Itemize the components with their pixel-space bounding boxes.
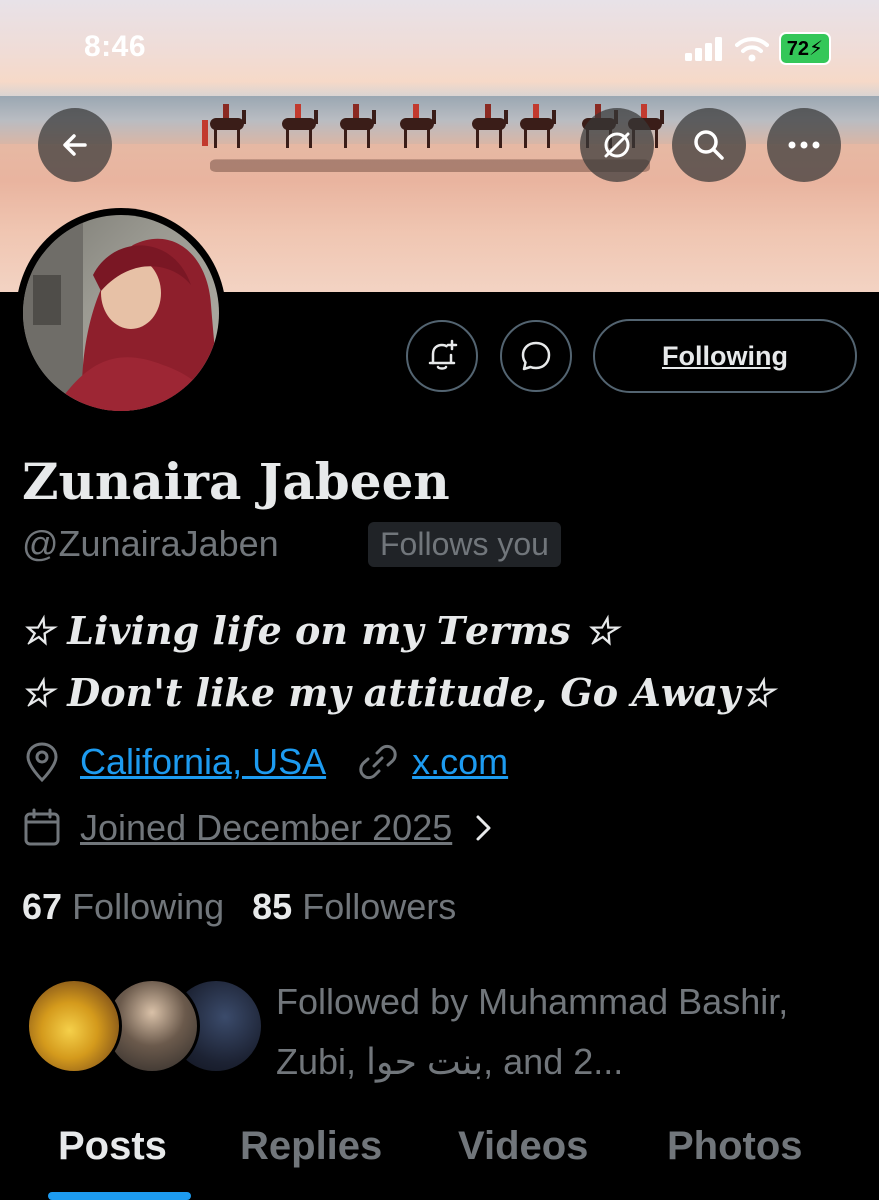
battery-level: 72 <box>786 38 809 60</box>
followed-by-text[interactable]: Followed by Muhammad Bashir, Zubi, بنت ح… <box>276 972 836 1092</box>
profile-name: Zunaira Jabeen <box>22 452 450 511</box>
tab-photos[interactable]: Photos <box>667 1124 803 1169</box>
following-button[interactable]: Following <box>593 319 857 393</box>
following-count-link[interactable]: 67 Following <box>22 886 224 927</box>
status-icons: 72⚡ <box>684 32 831 65</box>
followers-count-link[interactable]: 85 Followers <box>252 886 456 927</box>
arrow-left-icon <box>63 134 87 156</box>
wifi-icon <box>734 36 769 61</box>
grok-icon <box>604 132 630 158</box>
bio-line-2: ☆ 𝑫𝒐𝒏'𝒕 𝒍𝒊𝒌𝒆 𝒎𝒚 𝒂𝒕𝒕𝒊𝒕𝒖𝒅𝒆, 𝑮𝒐 𝑨𝒘𝒂𝒚☆ <box>20 670 775 715</box>
back-button[interactable] <box>38 108 112 182</box>
link-icon <box>359 744 397 780</box>
location-link[interactable]: California, USA <box>80 741 326 783</box>
following-count: 67 <box>22 886 63 927</box>
follows-you-badge: Follows you <box>368 522 561 567</box>
followed-by-avatars[interactable] <box>26 978 264 1078</box>
message-button[interactable] <box>500 320 572 392</box>
more-button[interactable] <box>767 108 841 182</box>
search-icon <box>694 130 724 160</box>
search-button[interactable] <box>672 108 746 182</box>
profile-handle: @ZunairaJaben <box>22 523 279 564</box>
notify-button[interactable] <box>406 320 478 392</box>
profile-tabs: Posts Replies Videos Photos <box>0 1120 879 1200</box>
cellular-signal-icon <box>684 36 722 61</box>
location-icon <box>26 742 58 783</box>
active-tab-indicator <box>48 1192 191 1200</box>
follower-avatar <box>26 978 122 1074</box>
chevron-right-icon <box>476 815 491 841</box>
location-website-row: California, USA x.com <box>22 740 508 784</box>
following-label: Following <box>72 886 225 927</box>
tab-replies[interactable]: Replies <box>240 1124 382 1169</box>
bell-plus-icon <box>428 339 458 370</box>
followers-label: Followers <box>302 886 457 927</box>
battery-indicator: 72⚡ <box>778 32 831 65</box>
more-icon <box>788 141 820 149</box>
joined-date[interactable]: Joined December 2025 <box>80 807 452 849</box>
message-icon <box>521 341 551 371</box>
tab-videos[interactable]: Videos <box>458 1124 588 1169</box>
website-link[interactable]: x.com <box>412 741 508 783</box>
tab-posts[interactable]: Posts <box>58 1124 167 1169</box>
avatar-photo <box>23 215 219 411</box>
profile-avatar[interactable] <box>16 208 226 418</box>
follow-counts: 67 Following 85 Followers <box>22 886 456 928</box>
status-time: 8:46 <box>84 30 147 63</box>
calendar-icon <box>24 808 60 846</box>
avatar-illustration <box>23 215 219 411</box>
joined-row[interactable]: Joined December 2025 <box>22 806 496 850</box>
bio-line-1: ☆ 𝑳𝒊𝒗𝒊𝒏𝒈 𝒍𝒊𝒇𝒆 𝒐𝒏 𝒎𝒚 𝑻𝒆𝒓𝒎𝒔 ☆ <box>20 608 619 653</box>
grok-button[interactable] <box>580 108 654 182</box>
followers-count: 85 <box>252 886 293 927</box>
